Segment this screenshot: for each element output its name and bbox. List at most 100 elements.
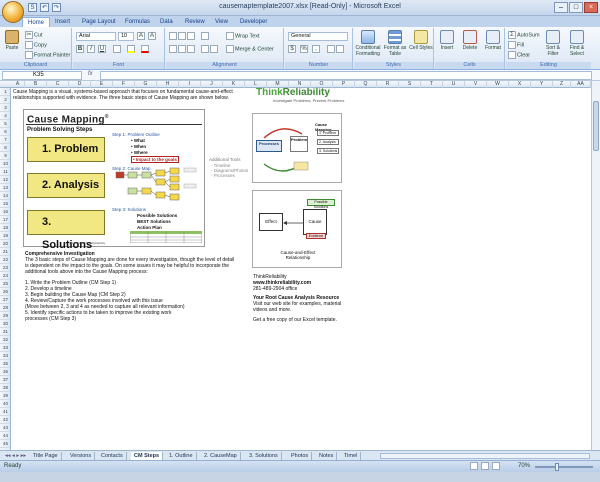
column-header[interactable]: O	[311, 81, 333, 88]
fx-icon[interactable]: fx	[88, 71, 93, 77]
page-break-view-icon[interactable]	[492, 462, 500, 470]
row-header[interactable]: 6	[0, 128, 10, 136]
row-header[interactable]: 7	[0, 136, 10, 144]
row-header[interactable]: 20	[0, 240, 10, 248]
scroll-thumb[interactable]	[593, 101, 599, 151]
row-header[interactable]: 3	[0, 104, 10, 112]
align-left-buttons[interactable]	[169, 45, 196, 53]
column-header[interactable]: AA	[571, 81, 591, 88]
format-as-table-button[interactable]: Format as Table	[382, 30, 408, 57]
conditional-formatting-button[interactable]: Conditional Formatting	[355, 30, 381, 57]
column-header[interactable]: X	[509, 81, 531, 88]
worksheet[interactable]: Cause Mapping is a visual, systems-based…	[11, 88, 591, 450]
column-header[interactable]: E	[91, 81, 113, 88]
tab-formulas[interactable]: Formulas	[125, 17, 150, 27]
copy-button[interactable]: Copy	[25, 41, 47, 49]
row-header[interactable]: 10	[0, 160, 10, 168]
italic-button[interactable]: I	[87, 45, 96, 53]
row-header[interactable]: 35	[0, 360, 10, 368]
paste-button[interactable]: Paste	[1, 30, 23, 51]
row-header[interactable]: 18	[0, 224, 10, 232]
column-header[interactable]: L	[245, 81, 267, 88]
row-header[interactable]: 45	[0, 440, 10, 448]
column-header[interactable]: W	[487, 81, 509, 88]
vertical-scrollbar[interactable]	[591, 81, 600, 450]
row-header[interactable]: 17	[0, 216, 10, 224]
row-header[interactable]: 30	[0, 320, 10, 328]
find-select-button[interactable]: Find & Select	[566, 30, 588, 57]
row-header[interactable]: 43	[0, 424, 10, 432]
page-layout-view-icon[interactable]	[481, 462, 489, 470]
format-painter-button[interactable]: Format Painter	[25, 51, 70, 59]
column-header[interactable]: U	[443, 81, 465, 88]
row-header[interactable]: 5	[0, 120, 10, 128]
row-header[interactable]: 2	[0, 96, 10, 104]
fill-button[interactable]: Fill	[508, 41, 524, 49]
zoom-slider-handle[interactable]	[555, 463, 559, 471]
format-cells-button[interactable]: Format	[482, 30, 504, 51]
orientation-button[interactable]	[201, 32, 210, 40]
row-header[interactable]: 37	[0, 376, 10, 384]
wrap-text-button[interactable]: Wrap Text	[226, 32, 260, 40]
row-header[interactable]: 24	[0, 272, 10, 280]
font-name-select[interactable]: Arial	[76, 32, 116, 41]
column-header[interactable]: C	[47, 81, 69, 88]
shrink-font-button[interactable]: A	[148, 32, 157, 40]
cut-button[interactable]: ✂ Cut	[25, 31, 43, 39]
undo-icon[interactable]: ↶	[40, 3, 49, 12]
sheet-tab-notes[interactable]: Notes	[316, 452, 338, 460]
sheet-tab-contacts[interactable]: Contacts	[98, 452, 127, 460]
tab-scroll-arrows[interactable]: ◂◂ ◂ ▸ ▸▸	[2, 452, 29, 460]
font-size-select[interactable]: 10	[118, 32, 134, 41]
horizontal-scrollbar[interactable]	[380, 453, 590, 459]
merge-center-button[interactable]: Merge & Center	[226, 45, 274, 53]
row-header[interactable]: 8	[0, 144, 10, 152]
row-header[interactable]: 25	[0, 280, 10, 288]
column-header[interactable]: Z	[553, 81, 571, 88]
zoom-level[interactable]: 70%	[518, 463, 530, 469]
row-header[interactable]: 32	[0, 336, 10, 344]
column-header[interactable]: A	[11, 81, 25, 88]
tab-view[interactable]: View	[215, 17, 228, 27]
sheet-tab-cm-steps[interactable]: CM Steps	[131, 452, 164, 460]
row-header[interactable]: 44	[0, 432, 10, 440]
save-icon[interactable]: S	[28, 3, 37, 12]
tab-review[interactable]: Review	[185, 17, 205, 27]
row-header[interactable]: 34	[0, 352, 10, 360]
row-header[interactable]: 22	[0, 256, 10, 264]
row-header[interactable]: 12	[0, 176, 10, 184]
row-header[interactable]: 29	[0, 312, 10, 320]
sheet-tab-causemap[interactable]: 2. CauseMap	[201, 452, 241, 460]
autosum-button[interactable]: Σ AutoSum	[508, 31, 540, 39]
row-header[interactable]: 27	[0, 296, 10, 304]
office-button[interactable]	[2, 1, 24, 23]
tab-page-layout[interactable]: Page Layout	[82, 17, 116, 27]
row-header[interactable]: 39	[0, 392, 10, 400]
comma-button[interactable]: ,	[312, 45, 321, 53]
row-header[interactable]: 23	[0, 264, 10, 272]
redo-icon[interactable]: ↷	[52, 3, 61, 12]
bold-button[interactable]: B	[76, 45, 85, 53]
insert-cells-button[interactable]: Insert	[436, 30, 458, 51]
clear-button[interactable]: Clear	[508, 51, 530, 59]
sheet-tab-title-page[interactable]: Title Page	[30, 452, 62, 460]
column-header[interactable]: Q	[355, 81, 377, 88]
row-header[interactable]: 16	[0, 208, 10, 216]
row-header[interactable]: 26	[0, 288, 10, 296]
currency-button[interactable]: $	[288, 45, 297, 53]
column-header[interactable]: S	[399, 81, 421, 88]
sheet-tab-versions[interactable]: Versions	[67, 452, 96, 460]
name-box[interactable]: K35	[2, 71, 82, 80]
row-header[interactable]: 21	[0, 248, 10, 256]
row-header[interactable]: 28	[0, 304, 10, 312]
row-header[interactable]: 38	[0, 384, 10, 392]
row-header[interactable]: 42	[0, 416, 10, 424]
sheet-tab-solutions[interactable]: 3. Solutions	[246, 452, 282, 460]
column-header[interactable]: H	[157, 81, 179, 88]
maximize-button[interactable]: □	[569, 2, 583, 13]
underline-button[interactable]: U	[98, 45, 107, 53]
column-header[interactable]: K	[223, 81, 245, 88]
column-header[interactable]: T	[421, 81, 443, 88]
delete-cells-button[interactable]: Delete	[459, 30, 481, 51]
tab-home[interactable]: Home	[22, 17, 51, 27]
